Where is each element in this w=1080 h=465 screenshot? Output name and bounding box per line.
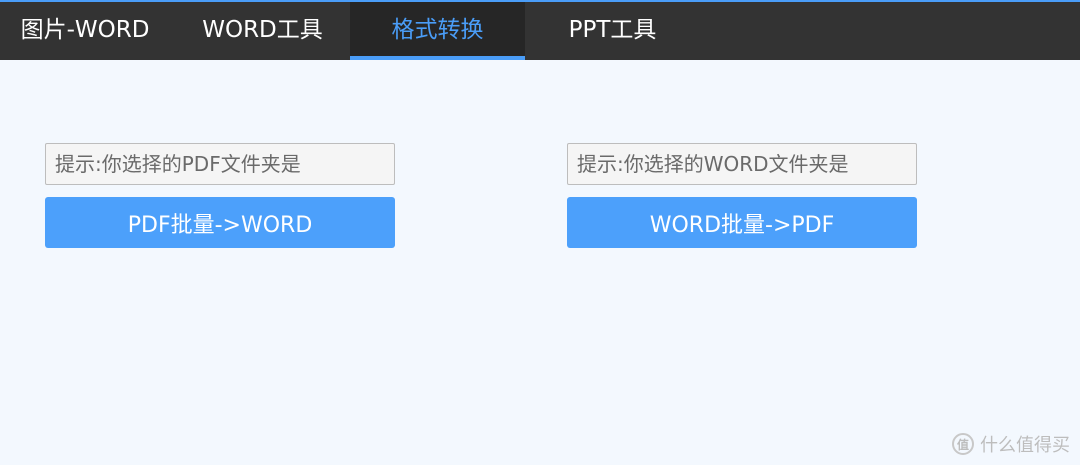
tab-word-tools[interactable]: WORD工具 xyxy=(175,2,350,60)
pdf-to-word-button[interactable]: PDF批量->WORD xyxy=(45,197,395,248)
watermark: 值 什么值得买 xyxy=(952,431,1070,457)
tab-bar: 图片-WORD WORD工具 格式转换 PPT工具 xyxy=(0,2,1080,60)
tab-format-convert[interactable]: 格式转换 xyxy=(350,2,525,60)
word-to-pdf-button[interactable]: WORD批量->PDF xyxy=(567,197,917,248)
watermark-logo-icon: 值 xyxy=(952,433,974,455)
word-folder-input[interactable] xyxy=(567,143,917,185)
tab-ppt-tools[interactable]: PPT工具 xyxy=(525,2,700,60)
pdf-folder-input[interactable] xyxy=(45,143,395,185)
watermark-text: 什么值得买 xyxy=(980,435,1070,456)
tab-image-word[interactable]: 图片-WORD xyxy=(0,2,170,60)
